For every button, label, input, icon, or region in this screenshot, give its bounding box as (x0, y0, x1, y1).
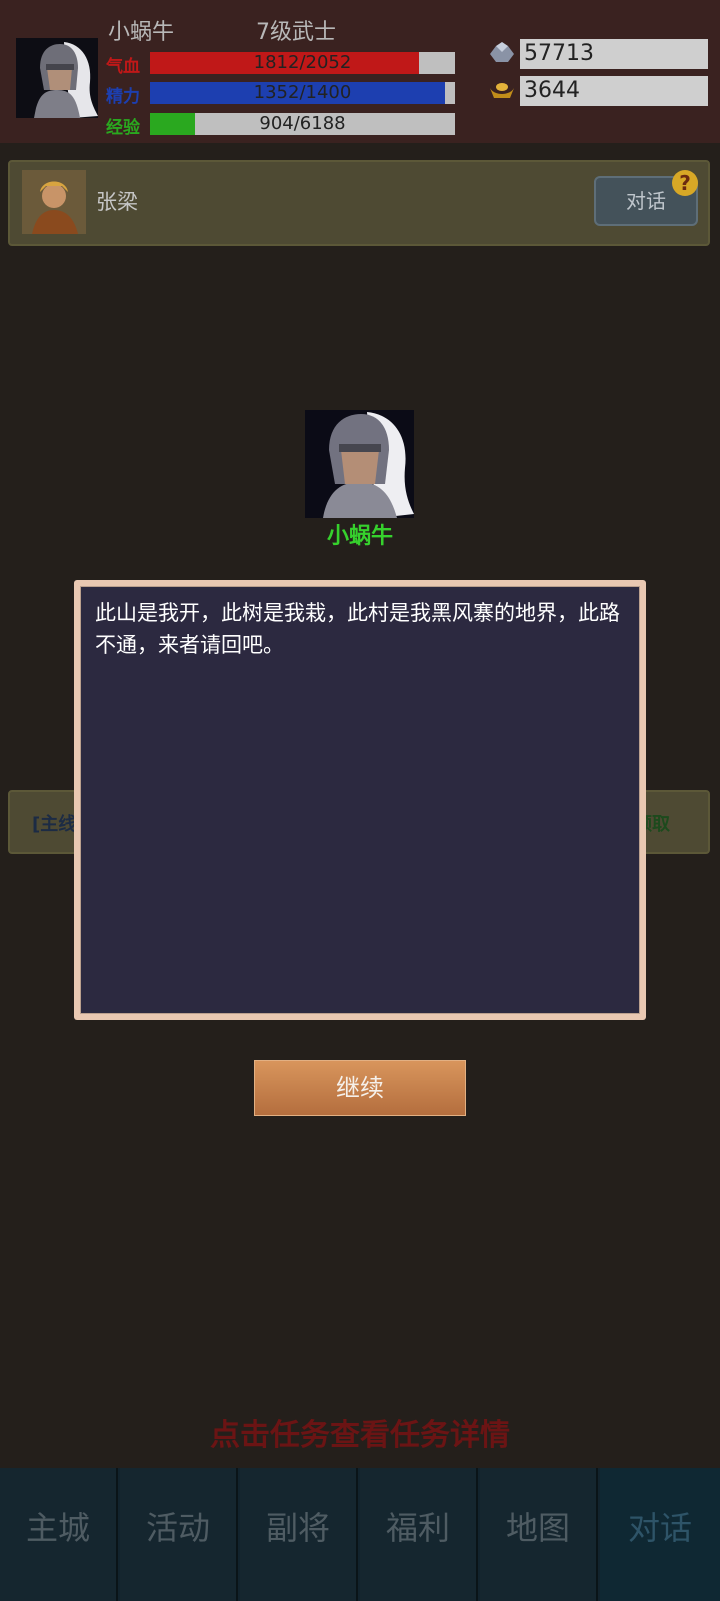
npc-card[interactable]: 张梁 对话 ? (8, 160, 710, 246)
task-hint: 点击任务查看任务详情 (210, 1418, 510, 1453)
dialog-box: 此山是我开，此树是我栽，此村是我黑风寨的地界，此路不通，来者请回吧。 (74, 580, 646, 1020)
xp-bar: 904/6188 (150, 113, 455, 135)
nav-dialogue[interactable]: 对话 (600, 1468, 720, 1601)
player-header: 小蜗牛 7级武士 气血 1812/2052 精力 1352/1400 经验 90… (0, 0, 720, 143)
hp-value: 1812/2052 (253, 52, 352, 73)
mp-label: 精力 (106, 87, 140, 107)
question-badge-icon: ? (672, 170, 698, 196)
silver-ingot-icon (490, 42, 514, 62)
gold-ingot-icon (490, 83, 514, 98)
gold-value: 3644 (520, 76, 708, 106)
npc-portrait (22, 170, 86, 234)
mp-value: 1352/1400 (253, 82, 352, 103)
mp-bar: 1352/1400 (150, 82, 455, 104)
hp-label: 气血 (106, 57, 140, 77)
hp-bar: 1812/2052 (150, 52, 455, 74)
xp-value: 904/6188 (259, 113, 346, 134)
silver-value: 57713 (520, 39, 708, 69)
player-avatar[interactable] (16, 38, 98, 118)
nav-welfare[interactable]: 福利 (360, 1468, 478, 1601)
npc-name: 张梁 (96, 190, 138, 214)
nav-generals[interactable]: 副将 (240, 1468, 358, 1601)
dialog-panel: 此山是我开，此树是我栽，此村是我黑风寨的地界，此路不通，来者请回吧。 (80, 586, 640, 1014)
bottom-nav: 主城 活动 副将 福利 地图 对话 (0, 1468, 720, 1601)
task-type-label: [主线 (32, 814, 77, 835)
speaker-name: 小蜗牛 (326, 524, 393, 549)
nav-map[interactable]: 地图 (480, 1468, 598, 1601)
player-level: 7级武士 (256, 20, 336, 45)
speaker-portrait (305, 410, 414, 518)
player-name: 小蜗牛 (108, 20, 175, 45)
nav-main-city[interactable]: 主城 (0, 1468, 118, 1601)
xp-label: 经验 (106, 118, 140, 138)
nav-activities[interactable]: 活动 (120, 1468, 238, 1601)
continue-button[interactable]: 继续 (254, 1060, 466, 1116)
dialog-text: 此山是我开，此树是我栽，此村是我黑风寨的地界，此路不通，来者请回吧。 (95, 601, 620, 657)
